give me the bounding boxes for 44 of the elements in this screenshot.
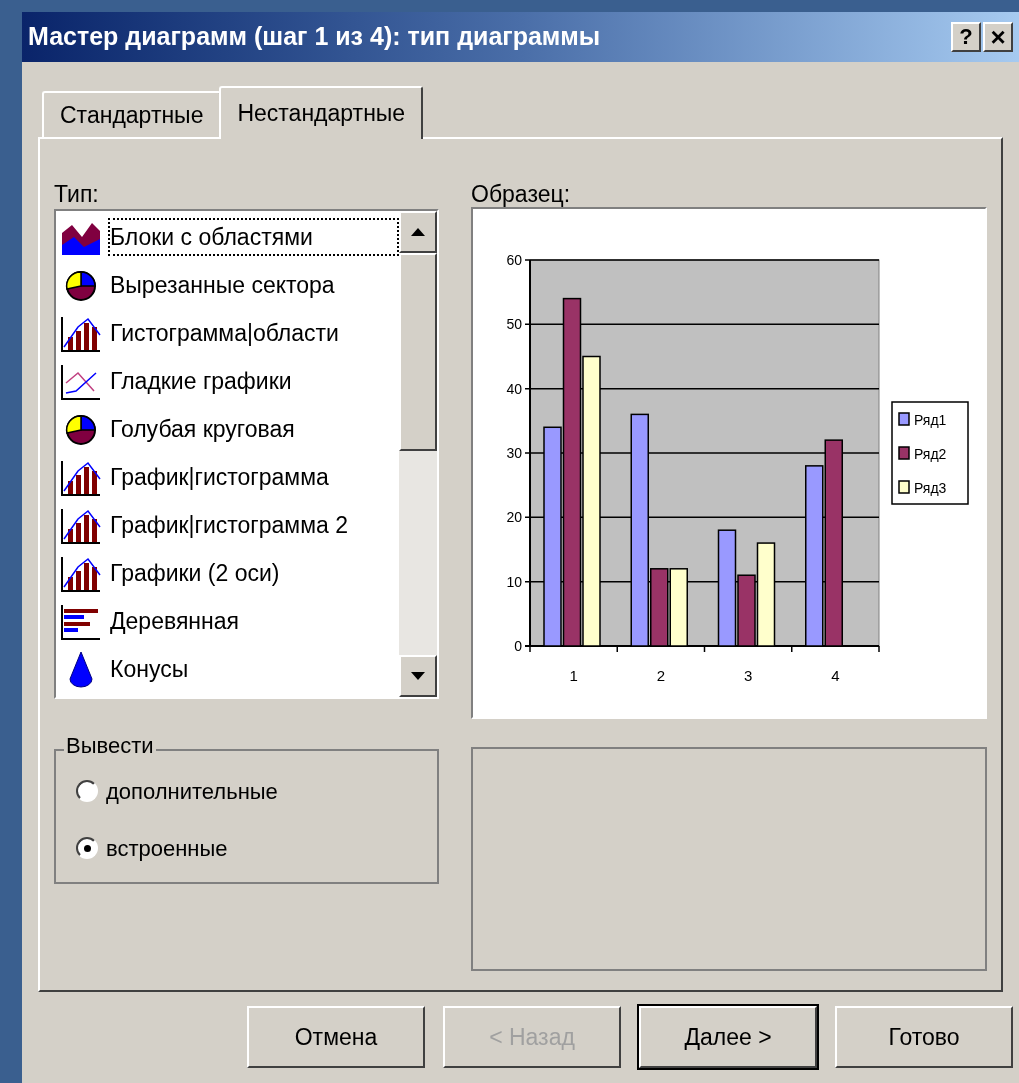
chart-type-item[interactable]: Конусы xyxy=(108,649,399,689)
legend-label: Ряд2 xyxy=(914,446,947,462)
dialog-button[interactable]: Далее > xyxy=(639,1006,817,1068)
y-tick-label: 0 xyxy=(514,638,522,654)
close-button[interactable]: × xyxy=(983,22,1013,52)
dialog-button[interactable]: Отмена xyxy=(247,1006,425,1068)
chart-type-item[interactable]: Графики (2 оси) xyxy=(108,553,399,593)
type-label: Тип: xyxy=(54,180,100,209)
x-tick-label: 1 xyxy=(569,667,578,684)
y-tick-label: 30 xyxy=(506,445,522,461)
radio-button[interactable] xyxy=(76,837,98,859)
x-tick-label: 4 xyxy=(831,667,840,684)
y-tick-label: 60 xyxy=(506,252,522,268)
tab[interactable]: Стандартные xyxy=(42,91,222,137)
scroll-thumb[interactable] xyxy=(399,253,437,451)
scrollbar[interactable] xyxy=(399,211,437,697)
chart-type-item[interactable]: Гистограмма|области xyxy=(108,313,399,353)
x-tick-label: 2 xyxy=(656,667,666,684)
legend-label: Ряд3 xyxy=(914,480,947,496)
chart-type-item[interactable]: Вырезанные сектора xyxy=(108,265,399,305)
up-arrow-icon xyxy=(411,228,425,236)
scroll-down-button[interactable] xyxy=(399,655,437,697)
radio-label[interactable]: дополнительные xyxy=(106,774,278,808)
tab[interactable]: Нестандартные xyxy=(219,86,424,139)
scroll-up-button[interactable] xyxy=(399,211,437,253)
y-tick-label: 40 xyxy=(506,380,522,397)
chart-type-item[interactable]: График|гистограмма xyxy=(108,457,399,497)
x-tick-label: 3 xyxy=(743,667,753,684)
chart-type-list[interactable]: Блоки с областями Вырезанные сектора Гистограмма|области Гладкие графики Голубая круговая График|гистограмма График|гистограмма 2 Графики (2 оси) Деревянная Конусы xyxy=(54,209,439,699)
down-arrow-icon xyxy=(411,672,425,680)
chart-type-item[interactable]: Деревянная xyxy=(108,601,399,641)
dialog-button[interactable]: Готово xyxy=(835,1006,1013,1068)
chart-type-item[interactable]: График|гистограмма 2 xyxy=(108,505,399,545)
legend-label: Ряд1 xyxy=(914,412,947,428)
y-tick-label: 20 xyxy=(506,509,522,526)
chart-type-item[interactable]: Гладкие графики xyxy=(108,361,399,401)
chart-type-item[interactable]: Голубая круговая xyxy=(108,409,399,449)
y-tick-label: 50 xyxy=(506,316,522,333)
radio-button[interactable] xyxy=(76,780,98,802)
help-button[interactable]: ? xyxy=(951,22,981,52)
window-title: Мастер диаграмм (шаг 1 из 4): тип диаграммы xyxy=(28,21,602,53)
y-tick-label: 10 xyxy=(506,573,522,590)
radio-label[interactable]: встроенные xyxy=(106,831,228,865)
preview-label: Образец: xyxy=(471,180,572,207)
